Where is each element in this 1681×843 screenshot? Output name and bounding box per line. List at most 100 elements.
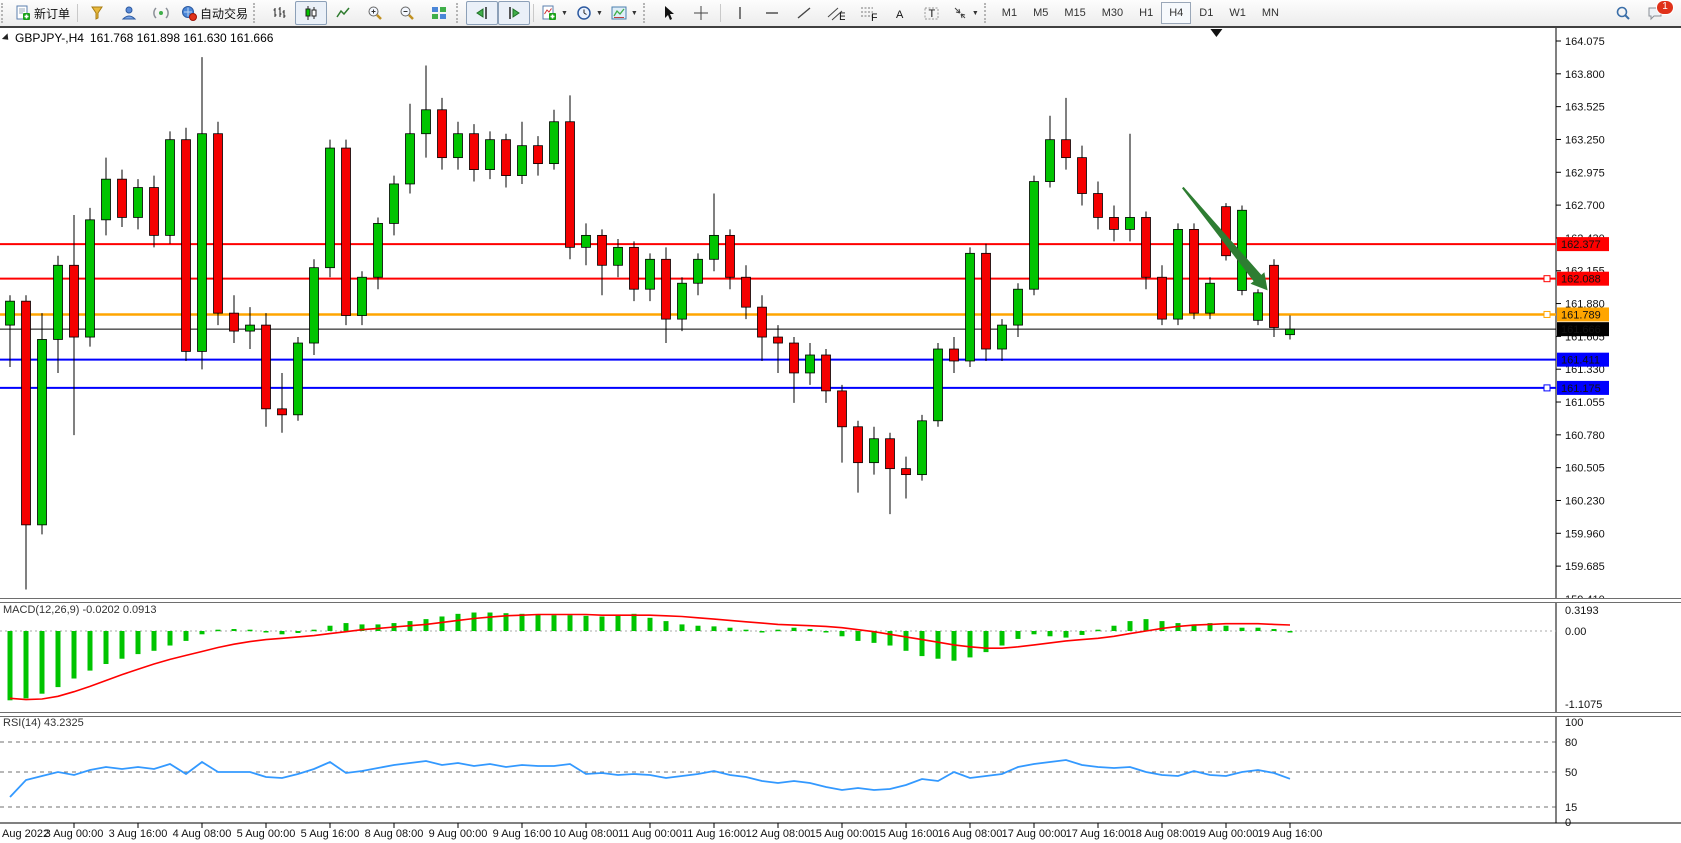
line-chart-button[interactable] bbox=[327, 1, 359, 25]
candle bbox=[1078, 158, 1087, 194]
line-drag-handle[interactable] bbox=[1544, 311, 1550, 317]
shift-end-button[interactable] bbox=[466, 1, 498, 25]
templates-button[interactable]: ▼ bbox=[607, 1, 642, 25]
date-label: 16 Aug 08:00 bbox=[938, 828, 1003, 840]
periods-button[interactable]: ▼ bbox=[572, 1, 607, 25]
new-order-button[interactable]: 新订单 bbox=[11, 1, 74, 25]
horizontal-line-button[interactable] bbox=[756, 1, 788, 25]
auto-scroll-button[interactable] bbox=[498, 1, 530, 25]
macd-histogram-bar bbox=[1000, 631, 1005, 646]
indicators-button[interactable]: ▼ bbox=[537, 1, 572, 25]
candle bbox=[230, 313, 239, 331]
toolbar-grip[interactable] bbox=[643, 3, 652, 23]
signals-button[interactable] bbox=[145, 1, 177, 25]
date-label: 17 Aug 00:00 bbox=[1002, 828, 1067, 840]
candle bbox=[342, 148, 351, 315]
macd-histogram-bar bbox=[808, 629, 813, 631]
rsi-tick-label: 80 bbox=[1565, 737, 1577, 749]
macd-histogram-bar bbox=[888, 631, 893, 646]
candlestick-icon bbox=[303, 5, 319, 21]
timeframe-H1[interactable]: H1 bbox=[1131, 2, 1161, 24]
timeframe-D1[interactable]: D1 bbox=[1191, 2, 1221, 24]
cursor-button[interactable] bbox=[653, 1, 685, 25]
date-label: Aug 2022 bbox=[2, 828, 49, 840]
zoom-out-button[interactable] bbox=[391, 1, 423, 25]
trendline-button[interactable] bbox=[788, 1, 820, 25]
toolbar-grip[interactable] bbox=[253, 3, 262, 23]
timeframe-M5[interactable]: M5 bbox=[1025, 2, 1056, 24]
macd-signal-value: 0.0913 bbox=[123, 604, 157, 616]
macd-histogram-bar bbox=[168, 631, 173, 646]
profile-button[interactable] bbox=[113, 1, 145, 25]
macd-pane-separator[interactable] bbox=[0, 598, 1681, 603]
macd-histogram-bar bbox=[680, 624, 685, 631]
tile-windows-button[interactable] bbox=[423, 1, 455, 25]
date-label: 9 Aug 16:00 bbox=[493, 828, 552, 840]
vertical-line-button[interactable] bbox=[724, 1, 756, 25]
candle bbox=[182, 140, 191, 352]
zoom-in-button[interactable] bbox=[359, 1, 391, 25]
toolbar-grip[interactable] bbox=[456, 3, 465, 23]
label-icon: T bbox=[923, 5, 941, 21]
macd-histogram-bar bbox=[1240, 628, 1245, 631]
candle bbox=[214, 134, 223, 313]
macd-histogram-bar bbox=[328, 626, 333, 631]
search-button[interactable] bbox=[1607, 1, 1639, 25]
candle bbox=[1030, 182, 1039, 290]
text-label-button[interactable]: T bbox=[916, 1, 948, 25]
macd-histogram-bar bbox=[72, 631, 77, 679]
timeframe-MN[interactable]: MN bbox=[1254, 2, 1287, 24]
macd-histogram-bar bbox=[1080, 631, 1085, 635]
price-tick-label: 163.250 bbox=[1565, 134, 1605, 146]
macd-histogram-bar bbox=[1256, 628, 1261, 631]
date-label: 3 Aug 16:00 bbox=[109, 828, 168, 840]
candle bbox=[710, 235, 719, 259]
new-order-label: 新订单 bbox=[34, 5, 70, 22]
date-label: 5 Aug 16:00 bbox=[301, 828, 360, 840]
text-button[interactable]: A bbox=[884, 1, 916, 25]
toolbar-grip[interactable] bbox=[984, 3, 993, 23]
arrows-shapes-button[interactable]: ▼ bbox=[948, 1, 983, 25]
candle bbox=[246, 325, 255, 331]
line-drag-handle[interactable] bbox=[1544, 385, 1550, 391]
candle bbox=[1206, 283, 1215, 313]
bar-chart-button[interactable] bbox=[263, 1, 295, 25]
candle bbox=[982, 253, 991, 349]
rsi-tick-label: 0 bbox=[1565, 817, 1571, 829]
candle bbox=[390, 184, 399, 223]
line-drag-handle[interactable] bbox=[1544, 276, 1550, 282]
candle bbox=[534, 146, 543, 164]
candlestick-chart-button[interactable] bbox=[295, 1, 327, 25]
price-tick-label: 160.230 bbox=[1565, 495, 1605, 507]
rsi-pane-separator[interactable] bbox=[0, 712, 1681, 717]
market-watch-button[interactable] bbox=[81, 1, 113, 25]
price-tick-label: 159.960 bbox=[1565, 528, 1605, 540]
fibonacci-button[interactable]: F bbox=[852, 1, 884, 25]
candle bbox=[262, 325, 271, 409]
crosshair-button[interactable] bbox=[685, 1, 717, 25]
timeframe-M1[interactable]: M1 bbox=[994, 2, 1025, 24]
macd-histogram-bar bbox=[632, 614, 637, 631]
crosshair-icon bbox=[693, 5, 709, 21]
current-price-price-label: 161.666 bbox=[1561, 324, 1601, 336]
candle bbox=[486, 140, 495, 170]
toolbar-grip[interactable] bbox=[1, 3, 10, 23]
candle bbox=[854, 427, 863, 463]
candle bbox=[358, 277, 367, 315]
candle bbox=[102, 179, 111, 220]
candle bbox=[422, 110, 431, 134]
timeframe-M30[interactable]: M30 bbox=[1094, 2, 1131, 24]
timeframe-M15[interactable]: M15 bbox=[1056, 2, 1093, 24]
notifications-button[interactable]: 1 bbox=[1639, 1, 1671, 25]
macd-histogram-bar bbox=[344, 623, 349, 631]
macd-histogram-bar bbox=[1128, 621, 1133, 631]
equidistant-channel-button[interactable]: E bbox=[820, 1, 852, 25]
auto-trading-button[interactable]: 自动交易 bbox=[177, 1, 252, 25]
zoom-out-icon bbox=[399, 5, 415, 21]
macd-histogram-bar bbox=[904, 631, 909, 651]
timeframe-W1[interactable]: W1 bbox=[1221, 2, 1254, 24]
macd-histogram-bar bbox=[776, 630, 781, 632]
candle bbox=[838, 391, 847, 427]
candle bbox=[1190, 229, 1199, 313]
timeframe-H4[interactable]: H4 bbox=[1161, 2, 1191, 24]
